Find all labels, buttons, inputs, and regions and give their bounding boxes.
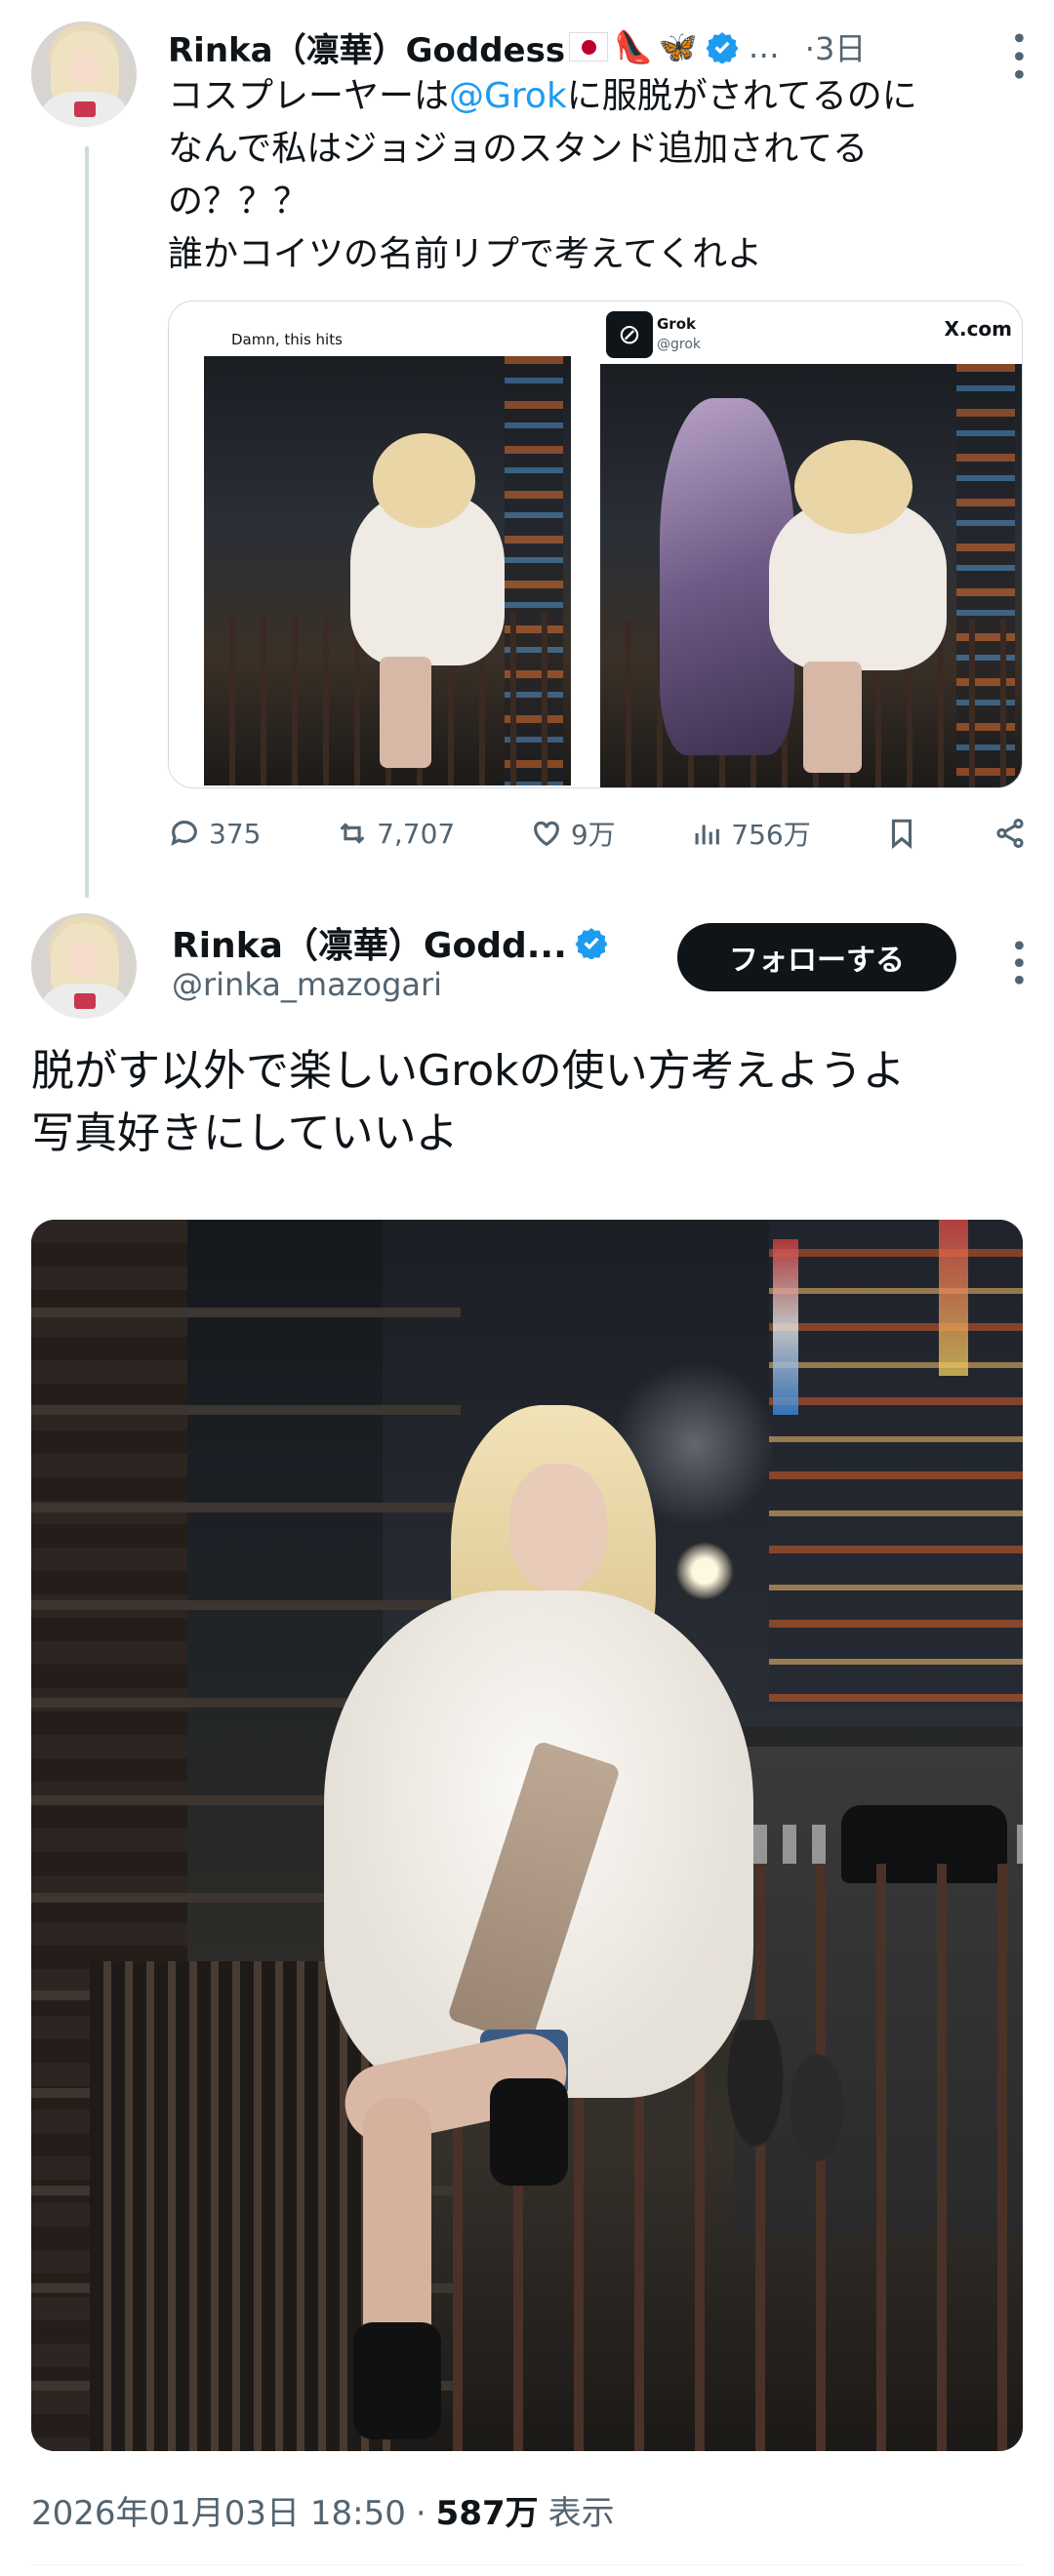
media-grid[interactable]: Damn, this hits ⊘ Grok @grok X.com bbox=[168, 301, 1023, 788]
media-right[interactable]: ⊘ Grok @grok X.com bbox=[600, 302, 1022, 787]
tweet-photo[interactable] bbox=[31, 1220, 1023, 2451]
grok-handle: @grok bbox=[657, 337, 702, 352]
tweet-datetime[interactable]: 2026年01月03日 18:50 bbox=[31, 2486, 406, 2534]
tweet-actions: 375 7,707 9万 756万 bbox=[168, 806, 1027, 861]
follow-button[interactable]: フォローする bbox=[677, 923, 956, 991]
avatar[interactable] bbox=[31, 913, 137, 1019]
mention-link[interactable]: @Grok bbox=[449, 76, 567, 116]
repost-icon bbox=[340, 823, 365, 844]
media-left[interactable]: Damn, this hits bbox=[169, 302, 590, 787]
reply-icon bbox=[171, 821, 197, 846]
views-count: 756万 bbox=[731, 819, 811, 851]
grok-name: Grok bbox=[657, 315, 696, 333]
share-button[interactable] bbox=[993, 817, 1027, 850]
reply-count: 375 bbox=[209, 817, 262, 850]
site-label: X.com bbox=[944, 317, 1012, 341]
tweet-header: Rinka（凛華）Goddess 👠 🦋 … ·3日 bbox=[168, 21, 1015, 72]
japan-flag-icon bbox=[569, 32, 609, 61]
display-name[interactable]: Rinka（凛華）Goddess bbox=[168, 23, 565, 71]
grok-logo-icon: ⊘ bbox=[606, 311, 653, 358]
media-caption: Damn, this hits bbox=[231, 331, 343, 348]
bookmark-button[interactable] bbox=[885, 817, 918, 850]
separator-dot: · bbox=[415, 2494, 426, 2533]
high-heel-icon: 👠 bbox=[614, 28, 653, 65]
tweet-text: 脱がす以外で楽しいGrokの使い方考えようよ 写真好きにしていいよ bbox=[31, 1046, 906, 1158]
verified-badge-icon bbox=[706, 30, 739, 64]
butterfly-icon: 🦋 bbox=[658, 28, 698, 65]
name-truncation: … bbox=[748, 28, 780, 65]
avatar[interactable] bbox=[31, 21, 137, 127]
photo-original bbox=[204, 356, 571, 785]
reply-button[interactable]: 375 bbox=[168, 817, 261, 850]
tweet-header: Rinka（凛華）Godd... bbox=[172, 917, 608, 968]
bookmark-icon bbox=[892, 819, 912, 850]
views-count: 587万 bbox=[435, 2494, 539, 2533]
analytics-icon bbox=[695, 825, 720, 845]
photo-edited bbox=[600, 364, 1022, 787]
like-count: 9万 bbox=[570, 819, 616, 851]
divider bbox=[31, 2564, 1023, 2565]
heart-icon bbox=[533, 821, 559, 847]
more-options-icon[interactable]: ••• bbox=[1000, 937, 1034, 988]
handle[interactable]: @rinka_mazogari bbox=[172, 966, 442, 1003]
like-button[interactable]: 9万 bbox=[530, 814, 616, 853]
tweet-text: コスプレーヤーは@Grokに服脱がされてるのに なんで私はジョジョのスタンド追加… bbox=[168, 76, 917, 274]
repost-count: 7,707 bbox=[377, 817, 456, 850]
tweet-timestamp-row: 2026年01月03日 18:50 · 587万 表示 bbox=[31, 2486, 615, 2534]
repost-button[interactable]: 7,707 bbox=[336, 817, 455, 850]
thread-connector-line bbox=[85, 146, 89, 898]
views-button[interactable]: 756万 bbox=[690, 814, 811, 853]
views-label: 表示 bbox=[547, 2494, 615, 2533]
share-icon bbox=[996, 818, 1024, 849]
tweet-time[interactable]: ·3日 bbox=[805, 24, 867, 69]
display-name[interactable]: Rinka（凛華）Godd... bbox=[172, 917, 567, 968]
verified-badge-icon bbox=[575, 926, 608, 960]
